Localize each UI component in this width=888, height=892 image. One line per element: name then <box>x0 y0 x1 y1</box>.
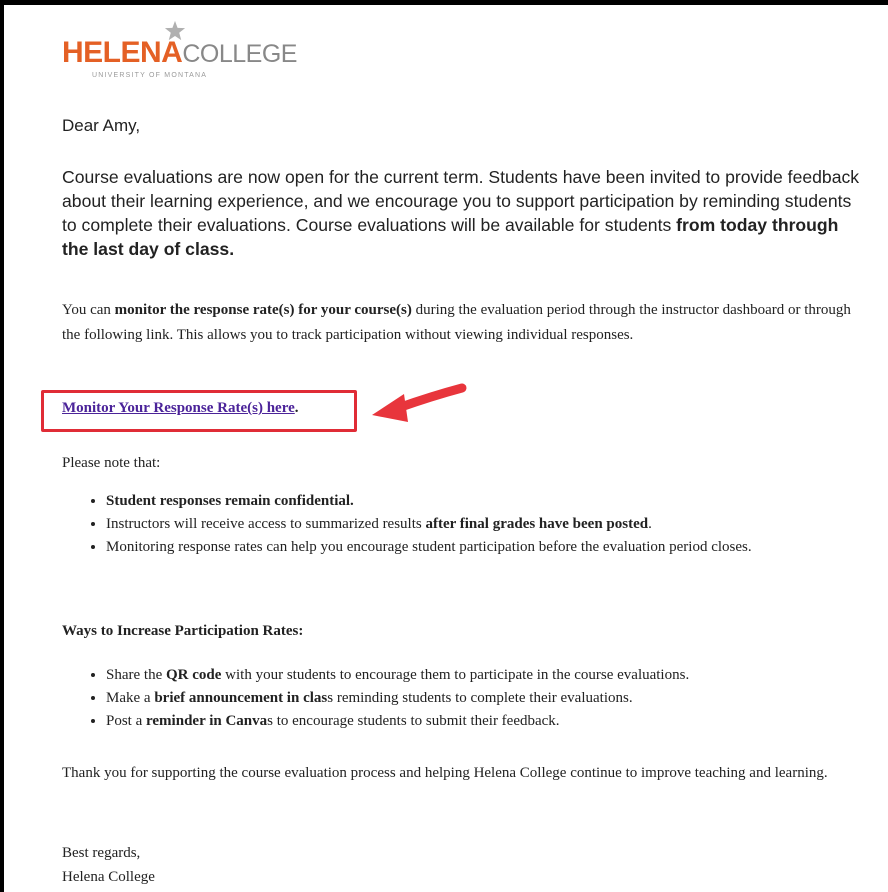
monitor-bold: monitor the response rate(s) for your co… <box>114 302 412 318</box>
way-bold: reminder in Canva <box>146 713 268 729</box>
helena-college-logo: HELENACOLLEGE UNIVERSITY OF MONTANA <box>62 20 297 90</box>
monitor-response-rate-link[interactable]: Monitor Your Response Rate(s) here <box>62 400 295 416</box>
intro-paragraph: Course evaluations are now open for the … <box>62 165 862 261</box>
way-text: Post a <box>106 713 147 729</box>
note-intro: Please note that: <box>62 455 161 471</box>
logo-wordmark: HELENACOLLEGE <box>62 38 297 68</box>
monitor-paragraph: You can monitor the response rate(s) for… <box>62 298 862 348</box>
red-arrow-icon <box>372 383 467 422</box>
list-item: Instructors will receive access to summa… <box>106 513 888 536</box>
list-item: Share the QR code with your students to … <box>106 664 888 687</box>
list-item: Post a reminder in Canvas to encourage s… <box>106 710 888 733</box>
ways-heading: Ways to Increase Participation Rates: <box>62 623 304 639</box>
way-text: Share the <box>106 667 166 683</box>
note-text: Instructors will receive access to summa… <box>106 516 426 532</box>
logo-subtitle: UNIVERSITY OF MONTANA <box>92 72 208 79</box>
logo-helena-text: HELENA <box>62 36 183 69</box>
logo-college-text: COLLEGE <box>182 40 297 68</box>
note-bold: after final grades have been posted <box>425 516 649 532</box>
link-period: . <box>294 400 299 416</box>
way-text: s reminding students to complete their e… <box>327 690 633 706</box>
note-bold: Student responses remain confidential. <box>106 493 354 509</box>
closing: Best regards, <box>62 845 141 861</box>
monitor-pre: You can <box>62 302 115 318</box>
list-item: Student responses remain confidential. <box>106 490 888 513</box>
notes-list: Student responses remain confidential. I… <box>62 490 888 559</box>
ways-list: Share the QR code with your students to … <box>62 664 888 733</box>
sign-off: Best regards, Helena College <box>62 841 155 889</box>
way-bold: brief announcement in clas <box>154 690 328 706</box>
list-item: Monitoring response rates can help you e… <box>106 536 888 559</box>
signature: Helena College <box>62 869 155 885</box>
note-text: Monitoring response rates can help you e… <box>106 539 752 555</box>
list-item: Make a brief announcement in class remin… <box>106 687 888 710</box>
way-text: Make a <box>106 690 155 706</box>
greeting: Dear Amy, <box>62 116 141 135</box>
way-text: s to encourage students to submit their … <box>267 713 560 729</box>
way-text: with your students to encourage them to … <box>221 667 690 683</box>
way-bold: QR code <box>165 667 222 683</box>
thanks-paragraph: Thank you for supporting the course eval… <box>62 765 828 781</box>
monitor-link-line: Monitor Your Response Rate(s) here. <box>62 400 299 417</box>
note-text: . <box>648 516 652 532</box>
